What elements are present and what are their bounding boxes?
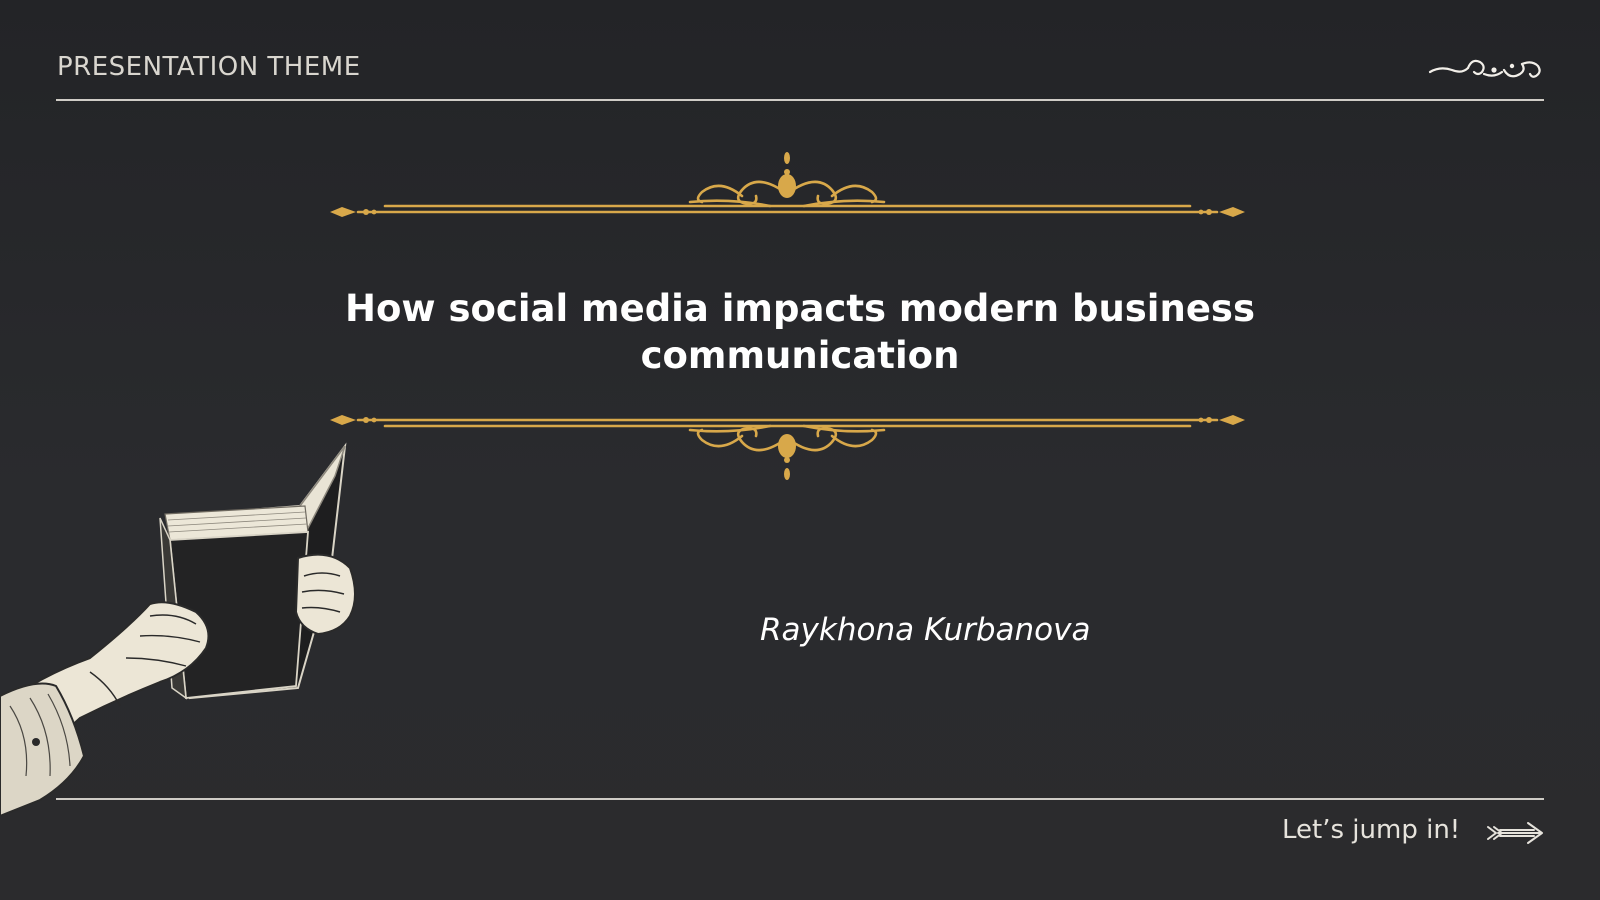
cta-text[interactable]: Let’s jump in! xyxy=(1282,815,1460,845)
scroll-ornament-divider-bottom xyxy=(330,415,1245,480)
flourish-icon xyxy=(1428,59,1541,78)
author-name: Raykhona Kurbanova xyxy=(760,612,1091,648)
arrow-right-icon[interactable] xyxy=(1486,819,1544,847)
top-rule xyxy=(56,99,1544,101)
scroll-ornament-divider-top xyxy=(330,152,1245,217)
bottom-rule xyxy=(56,798,1544,800)
header-label: PRESENTATION THEME xyxy=(57,52,361,82)
hand-holding-book-illustration xyxy=(0,442,356,818)
slide: PRESENTATION THEME How social media impa… xyxy=(0,0,1600,900)
slide-title: How social media impacts modern business… xyxy=(345,287,1255,377)
